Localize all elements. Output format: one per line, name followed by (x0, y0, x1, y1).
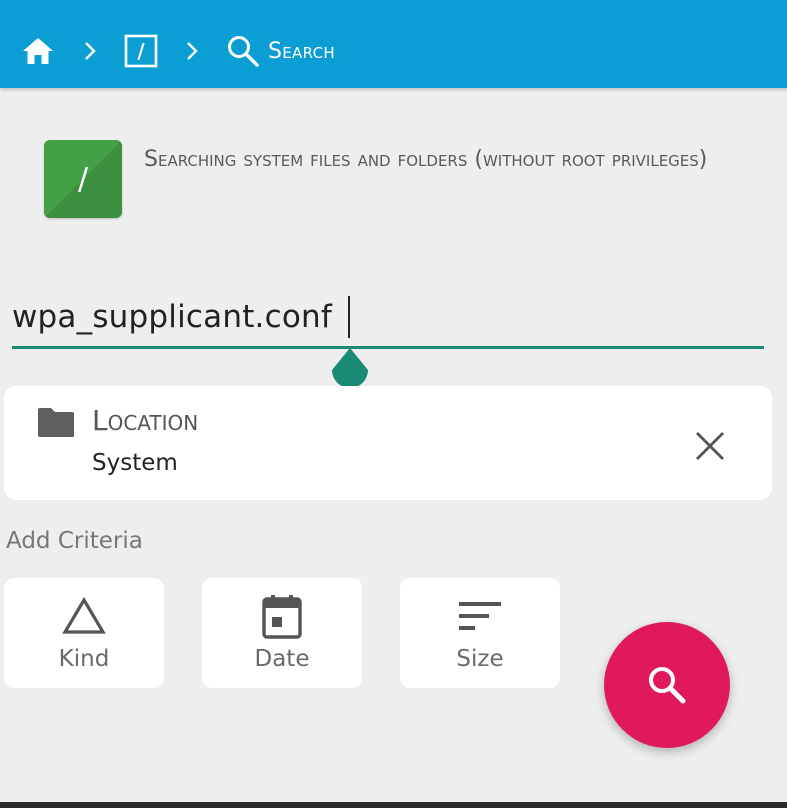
folder-icon (38, 408, 74, 437)
criteria-size-button[interactable]: Size (400, 578, 560, 688)
remove-location-button[interactable] (688, 424, 732, 468)
chevron-right-icon (82, 40, 98, 62)
search-scope-description: Searching system files and folders (with… (144, 147, 708, 172)
search-icon (649, 667, 686, 704)
home-icon (23, 38, 53, 64)
criteria-date-button[interactable]: Date (202, 578, 362, 688)
breadcrumb-root-label: / (137, 39, 145, 63)
location-title: Location (92, 404, 199, 437)
start-search-button[interactable] (604, 622, 730, 748)
bottom-edge (0, 802, 787, 808)
search-input-underline (12, 346, 764, 349)
breadcrumb-search[interactable]: Search (226, 32, 335, 70)
criteria-kind-label: Kind (58, 646, 110, 672)
criteria-date-label: Date (254, 646, 310, 672)
breadcrumb-search-label: Search (268, 38, 335, 64)
breadcrumb-home[interactable] (20, 34, 56, 68)
add-criteria-heading: Add Criteria (6, 528, 143, 554)
close-icon (696, 432, 724, 460)
text-cursor (348, 296, 350, 338)
tile-label: / (77, 161, 89, 197)
sort-lines-icon (459, 602, 501, 630)
calendar-icon (262, 595, 302, 639)
chevron-right-icon (184, 40, 200, 62)
location-value: System (92, 450, 178, 476)
criteria-kind-button[interactable]: Kind (4, 578, 164, 688)
root-location-tile: / (44, 140, 122, 218)
search-input[interactable]: wpa_supplicant.conf (12, 292, 732, 342)
triangle-icon (62, 596, 106, 634)
app-bar: / Search (0, 0, 787, 88)
criteria-size-label: Size (456, 646, 504, 672)
search-icon (228, 36, 259, 67)
breadcrumb-root[interactable]: / (124, 34, 158, 68)
